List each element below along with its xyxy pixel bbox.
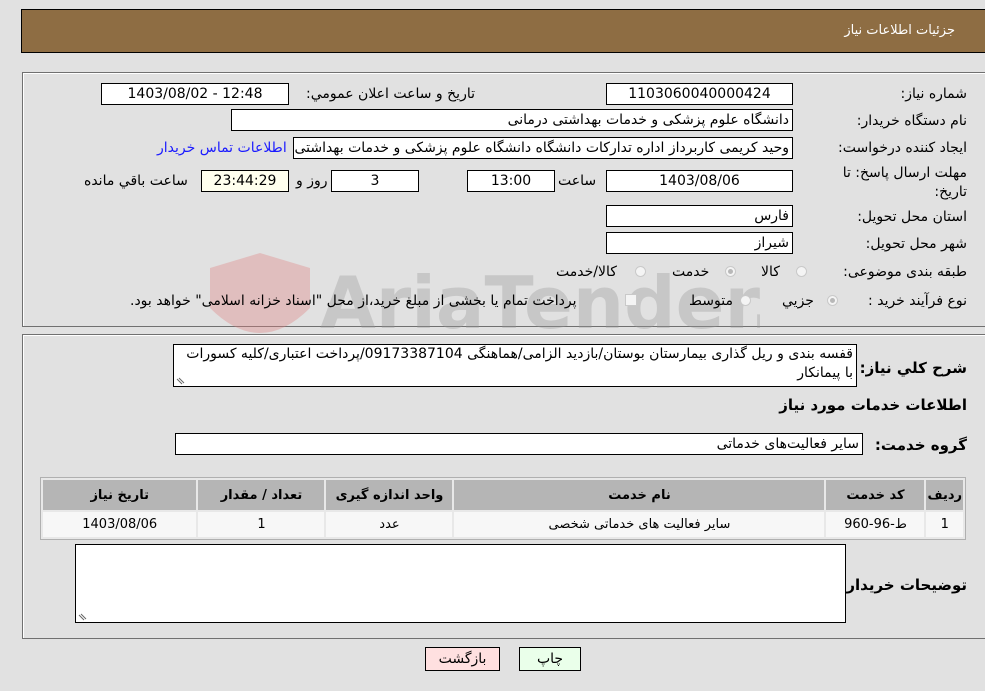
back-button[interactable]: بازگشت: [425, 647, 500, 671]
page-title: جزئیات اطلاعات نیاز: [844, 23, 955, 38]
col-header-row-number: ردیف: [926, 480, 963, 510]
announce-datetime-label: تاریخ و ساعت اعلان عمومي:: [306, 86, 475, 102]
col-header-service-code: کد خدمت: [826, 480, 925, 510]
deadline-date-field: 1403/08/06: [606, 170, 793, 192]
table-row: 1 ط-96-960 سایر فعالیت های خدماتی شخصی ع…: [43, 512, 963, 537]
cell-service-code: ط-96-960: [826, 512, 925, 537]
requester-label: ایجاد کننده درخواست:: [838, 140, 967, 156]
category-radio-goods-service[interactable]: [635, 266, 646, 277]
province-label: استان محل تحویل:: [857, 209, 967, 225]
buyer-contact-link[interactable]: اطلاعات تماس خریدار: [157, 140, 287, 156]
print-button[interactable]: چاپ: [519, 647, 581, 671]
purchase-type-label: نوع فرآیند خرید :: [868, 293, 967, 309]
resize-handle-icon[interactable]: [175, 375, 185, 385]
category-radio-service[interactable]: [725, 266, 736, 277]
service-group-field: سایر فعالیت‌های خدماتی: [175, 433, 863, 455]
time-remaining-label: ساعت باقي مانده: [84, 173, 188, 189]
services-section-title: اطلاعات خدمات مورد نیاز: [779, 396, 967, 414]
days-label: روز و: [296, 173, 328, 189]
category-option-service-label: خدمت: [672, 264, 710, 280]
treasury-checkbox[interactable]: [625, 294, 637, 306]
category-option-goods-label: کالا: [761, 264, 780, 280]
announce-datetime-field: 1403/08/02 - 12:48: [101, 83, 289, 105]
cell-service-name: سایر فعالیت های خدماتی شخصی: [454, 512, 825, 537]
time-remaining-field: 23:44:29: [201, 170, 289, 192]
purchase-type-minor-label: جزيي: [782, 293, 814, 309]
cell-quantity: 1: [198, 512, 325, 537]
category-label: طبقه بندی موضوعی:: [843, 264, 967, 280]
city-field: شیراز: [606, 232, 793, 254]
cell-row-number: 1: [926, 512, 963, 537]
need-number-label: شماره نیاز:: [900, 86, 968, 102]
category-radio-goods[interactable]: [796, 266, 807, 277]
purchase-type-medium-label: متوسط: [689, 293, 733, 309]
col-header-need-date: تاریخ نیاز: [43, 480, 197, 510]
need-number-field: 1103060040000424: [606, 83, 793, 105]
col-header-quantity: تعداد / مقدار: [198, 480, 325, 510]
resize-handle-icon[interactable]: [77, 611, 87, 621]
buyer-org-label: نام دستگاه خریدار:: [856, 113, 967, 129]
services-table: ردیف کد خدمت نام خدمت واحد اندازه گیری ت…: [40, 477, 966, 540]
city-label: شهر محل تحویل:: [865, 236, 967, 252]
province-field: فارس: [606, 205, 793, 227]
buyer-notes-label: توضیحات خریدار:: [840, 576, 967, 594]
purchase-type-radio-minor[interactable]: [827, 295, 838, 306]
page-header: جزئیات اطلاعات نیاز: [21, 9, 985, 53]
requester-field: وحید کریمی کاربرداز اداره تدارکات دانشگا…: [293, 137, 793, 159]
treasury-checkbox-label: پرداخت تمام یا بخشی از مبلغ خرید،از محل …: [130, 293, 577, 309]
description-textarea[interactable]: قفسه بندی و ریل گذاری بیمارستان بوستان/ب…: [173, 344, 857, 387]
cell-unit: عدد: [326, 512, 453, 537]
cell-need-date: 1403/08/06: [43, 512, 197, 537]
deadline-time-label: ساعت: [558, 173, 597, 189]
buyer-org-field: دانشگاه علوم پزشکی و خدمات بهداشتی درمان…: [231, 109, 793, 131]
col-header-service-name: نام خدمت: [454, 480, 825, 510]
service-group-label: گروه خدمت:: [874, 436, 967, 454]
days-remaining-field: 3: [331, 170, 419, 192]
deadline-label: مهلت ارسال پاسخ: تا تاریخ:: [842, 165, 967, 200]
purchase-type-radio-medium[interactable]: [740, 295, 751, 306]
category-option-goods-service-label: کالا/خدمت: [556, 264, 617, 280]
table-header-row: ردیف کد خدمت نام خدمت واحد اندازه گیری ت…: [43, 480, 963, 510]
col-header-unit: واحد اندازه گیری: [326, 480, 453, 510]
buyer-notes-textarea[interactable]: [75, 544, 846, 623]
deadline-time-field: 13:00: [467, 170, 555, 192]
description-label: شرح کلي نیاز:: [859, 359, 967, 377]
